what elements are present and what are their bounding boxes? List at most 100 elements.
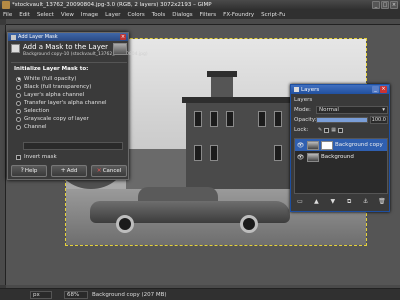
mode-select[interactable]: Normal ▾	[316, 106, 388, 114]
menu-view[interactable]: View	[61, 12, 74, 18]
help-button[interactable]: ? Help	[11, 165, 47, 177]
layer-thumbnail	[307, 140, 319, 150]
option-white-full-opacity[interactable]: White (full opacity)	[16, 75, 126, 83]
close-button[interactable]: ×	[390, 1, 398, 9]
status-bar: px 68% Background copy (207 MB)	[0, 288, 400, 300]
gimp-window: *stockvault_13762_20090804.jpg-3.0 (RGB,…	[0, 0, 400, 300]
menu-layer[interactable]: Layer	[105, 12, 120, 18]
layer-thumbnail	[113, 43, 127, 55]
eye-icon[interactable]: 👁	[296, 153, 305, 162]
add-layer-mask-dialog: Add Layer Mask × Add a Mask to the Layer…	[7, 32, 148, 180]
opacity-slider-fill	[317, 118, 367, 122]
init-mask-label: Initialize Layer Mask to:	[14, 66, 89, 72]
radio-button[interactable]	[16, 124, 21, 130]
plus-icon: +	[60, 167, 66, 174]
add-button[interactable]: + Add	[51, 165, 87, 177]
cancel-label: Cancel	[102, 168, 122, 174]
radio-button[interactable]	[16, 84, 21, 90]
photo-window	[194, 111, 202, 127]
dialog-close-icon[interactable]: ×	[120, 34, 126, 40]
option-label: Transfer layer's alpha channel	[24, 100, 107, 106]
channel-select[interactable]	[23, 142, 123, 150]
checker-icon: ▦	[331, 127, 336, 133]
mask-thumbnail[interactable]	[321, 140, 333, 150]
layer-mask-icon	[11, 44, 20, 53]
layers-title-bar: Layers _ ×	[291, 85, 389, 94]
lower-layer-icon[interactable]: ▼	[329, 198, 337, 206]
help-icon: ?	[20, 167, 24, 174]
add-label: Add	[66, 168, 78, 174]
status-message: Background copy (207 MB)	[92, 291, 167, 298]
zoom-select[interactable]: 68%	[64, 290, 88, 299]
duplicate-layer-icon[interactable]: ⧉	[345, 198, 353, 206]
menu-tools[interactable]: Tools	[152, 12, 166, 18]
option-label: Selection	[24, 108, 50, 114]
maximize-button[interactable]: □	[381, 1, 389, 9]
option-black-full-transparency[interactable]: Black (full transparency)	[16, 83, 126, 91]
lock-alpha-checkbox[interactable]	[337, 127, 343, 133]
photo-building-main	[182, 97, 310, 197]
lock-pixels-checkbox[interactable]	[324, 127, 330, 133]
option-label: Channel	[24, 124, 47, 130]
option-label: Grayscale copy of layer	[24, 116, 89, 122]
invert-mask-toggle[interactable]: Invert mask	[16, 154, 57, 160]
mode-value: Normal	[319, 107, 339, 113]
layer-row[interactable]: 👁 Background copy	[295, 139, 387, 151]
menu-edit[interactable]: Edit	[19, 12, 30, 18]
layers-minimize-icon[interactable]: _	[372, 86, 379, 93]
photo-window	[194, 145, 202, 161]
cancel-button[interactable]: × Cancel	[91, 165, 127, 177]
car-wheel	[116, 215, 134, 233]
dialog-subheading: Background copy-10 (stockvault_13762_200…	[23, 52, 148, 57]
title-bar: *stockvault_13762_20090804.jpg-3.0 (RGB,…	[0, 0, 400, 10]
dialog-title: Add Layer Mask	[18, 34, 58, 40]
radio-button[interactable]	[16, 92, 21, 98]
invert-mask-label: Invert mask	[24, 154, 57, 160]
layer-row[interactable]: 👁 Background	[295, 151, 387, 163]
opacity-slider[interactable]	[316, 117, 368, 123]
lock-label: Lock:	[294, 127, 309, 133]
mode-label: Mode:	[294, 107, 311, 113]
car-wheel	[240, 215, 258, 233]
layers-list: 👁 Background copy 👁 Background	[294, 138, 388, 194]
mask-init-options: White (full opacity) Black (full transpa…	[16, 75, 126, 131]
anchor-layer-icon[interactable]: ⚓	[362, 198, 370, 206]
menu-dialogs[interactable]: Dialogs	[172, 12, 192, 18]
menu-filters[interactable]: Filters	[200, 12, 217, 18]
invert-mask-checkbox[interactable]	[16, 154, 21, 160]
photo-window	[210, 145, 218, 161]
mode-row: Mode: Normal ▾	[294, 106, 388, 114]
menu-select[interactable]: Select	[37, 12, 54, 18]
option-channel[interactable]: Channel	[16, 123, 126, 131]
minimize-button[interactable]: _	[372, 1, 380, 9]
raise-layer-icon[interactable]: ▲	[312, 198, 320, 206]
radio-button[interactable]	[16, 76, 21, 82]
gimp-app-icon	[2, 1, 10, 9]
brush-icon: ✎	[318, 127, 323, 133]
opacity-spinner[interactable]: 100.0	[370, 116, 388, 124]
menu-fx-foundry[interactable]: FX-Foundry	[223, 12, 254, 18]
menu-script-fu[interactable]: Script-Fu	[261, 12, 285, 18]
option-grayscale-copy[interactable]: Grayscale copy of layer	[16, 115, 126, 123]
photo-vintage-car	[90, 187, 290, 233]
eye-icon[interactable]: 👁	[296, 141, 305, 150]
layers-window-title: Layers	[301, 86, 320, 93]
menu-file[interactable]: File	[3, 12, 12, 18]
unit-select[interactable]: px	[30, 290, 52, 299]
new-layer-icon[interactable]: ▭	[296, 198, 304, 206]
photo-window	[258, 111, 266, 127]
menu-colors[interactable]: Colors	[127, 12, 144, 18]
radio-button[interactable]	[16, 100, 21, 106]
layers-close-icon[interactable]: ×	[380, 86, 387, 93]
menu-image[interactable]: Image	[81, 12, 98, 18]
option-label: White (full opacity)	[24, 76, 77, 82]
layer-thumbnail	[307, 152, 319, 162]
radio-button[interactable]	[16, 108, 21, 114]
option-layer-alpha[interactable]: Layer's alpha channel	[16, 91, 126, 99]
radio-button[interactable]	[16, 116, 21, 122]
delete-layer-icon[interactable]: 🗑	[378, 198, 386, 206]
window-controls: _ □ ×	[372, 1, 398, 9]
option-selection[interactable]: Selection	[16, 107, 126, 115]
option-transfer-alpha[interactable]: Transfer layer's alpha channel	[16, 99, 126, 107]
opacity-label: Opacity:	[294, 117, 317, 123]
